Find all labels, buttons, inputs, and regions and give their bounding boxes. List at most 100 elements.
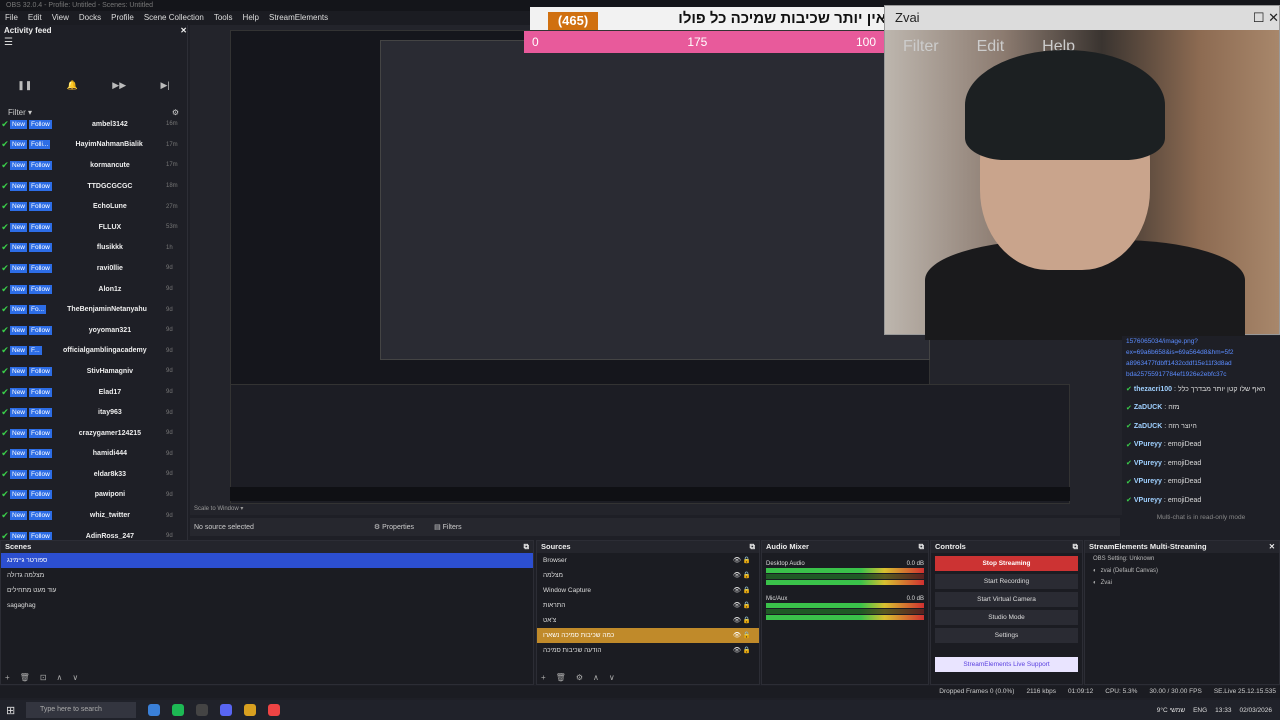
skip-icon[interactable]: ▶▶ [112, 80, 126, 91]
close-icon[interactable]: ✕ [1269, 541, 1275, 553]
visibility-icon[interactable]: 👁 🔒 [733, 553, 751, 568]
menu-item-8[interactable]: StreamElements [264, 11, 333, 25]
control-button-4[interactable]: Settings [935, 628, 1078, 643]
source-item[interactable]: צ'אט 👁 🔒 [537, 613, 759, 628]
dock-menu-icon[interactable]: ⧉ [919, 541, 924, 553]
source-item[interactable]: Browser 👁 🔒 [537, 553, 759, 568]
filter-icon[interactable]: ⊡ [40, 673, 47, 682]
list-item[interactable]: ✔ New Follow crazygamer124215 9d [0, 423, 180, 444]
list-item[interactable]: ✔ New Follow ravi0llie 9d [0, 258, 180, 279]
volume-slider[interactable] [766, 580, 924, 585]
list-item[interactable]: ✔ New Follow whiz_twitter 9d [0, 505, 180, 526]
down-icon[interactable]: ∨ [609, 673, 615, 682]
visibility-icon[interactable]: 👁 🔒 [733, 568, 751, 583]
trash-icon[interactable]: 🗑 [556, 673, 566, 682]
scene-item[interactable]: ספורטר גיימינג [1, 553, 533, 568]
chat-link-line[interactable]: bda25755917784ef1926e2ebfc37c [1122, 369, 1280, 380]
source-item[interactable]: Window Capture 👁 🔒 [537, 583, 759, 598]
chat-link-line[interactable]: 1576065034/image.png? [1122, 336, 1280, 347]
obs-icon[interactable] [196, 704, 208, 716]
list-item[interactable]: ✔ New Follow ambel3142 16m [0, 114, 180, 135]
list-item[interactable]: ✔ New Follow TTDGCGCGC 18m [0, 176, 180, 197]
visibility-icon[interactable]: 👁 🔒 [733, 598, 751, 613]
chat-username[interactable]: VPureyy [1134, 478, 1162, 485]
toggle-icon[interactable]: ◐ [1093, 568, 1097, 574]
list-item[interactable]: ✔ New Follow Alon1z 9d [0, 279, 180, 300]
list-item[interactable]: ✔ New Folli... HayimNahmanBialik 17m [0, 135, 180, 156]
source-item[interactable]: התראות 👁 🔒 [537, 598, 759, 613]
list-item[interactable]: ✔ New Follow EchoLune 27m [0, 196, 180, 217]
up-icon[interactable]: ∧ [57, 673, 63, 682]
list-item[interactable]: ✔ New Follow eldar8k33 9d [0, 464, 180, 485]
list-item[interactable]: ✔ New Follow flusikkk 1h [0, 238, 180, 259]
list-item[interactable]: ✔ New Follow FLLUX 53m [0, 217, 180, 238]
list-item[interactable]: ✔ New Fo... TheBenjaminNetanyahu 9d [0, 299, 180, 320]
language[interactable]: ENG [1193, 707, 1207, 714]
menu-item-1[interactable]: Edit [23, 11, 47, 25]
scene-item[interactable]: מצלמה גדולה [1, 568, 533, 583]
menu-item-0[interactable]: File [0, 11, 23, 25]
visibility-icon[interactable]: 👁 🔒 [733, 583, 751, 598]
source-item[interactable]: מצלמה 👁 🔒 [537, 568, 759, 583]
chat-username[interactable]: VPureyy [1134, 441, 1162, 448]
up-icon[interactable]: ∧ [593, 673, 599, 682]
control-button-1[interactable]: Start Recording [935, 574, 1078, 589]
down-icon[interactable]: ∨ [72, 673, 78, 682]
filters-button[interactable]: ▤ Filters [434, 523, 462, 531]
control-button-0[interactable]: Stop Streaming [935, 556, 1078, 571]
folder-icon[interactable] [244, 704, 256, 716]
chat-link-line[interactable]: a8963477fdbff1432cddf15e11f3d8ad [1122, 358, 1280, 369]
scene-item[interactable]: sagaghag [1, 598, 533, 613]
chat-username[interactable]: thezacri100 [1134, 386, 1172, 393]
scene-item[interactable]: עוד מעט מתחילים [1, 583, 533, 598]
dock-menu-icon[interactable]: ⧉ [750, 541, 755, 553]
settings-icon[interactable]: ⚙ [576, 673, 583, 682]
chat-username[interactable]: ZaDUCK [1134, 423, 1162, 430]
volume-slider[interactable] [766, 615, 924, 620]
chat-link-line[interactable]: ex=69a6b658&is=69a564d8&hm=5f2 [1122, 347, 1280, 358]
trash-icon[interactable]: 🗑 [20, 673, 30, 682]
visibility-icon[interactable]: 👁 🔒 [733, 613, 751, 628]
skip-end-icon[interactable]: ▶| [161, 80, 170, 91]
list-item[interactable]: ✔ New Follow pawiponi 9d [0, 485, 180, 506]
menu-item-7[interactable]: Help [238, 11, 264, 25]
close-icon[interactable]: ✕ [180, 25, 187, 37]
pause-icon[interactable]: ❚❚ [17, 80, 32, 91]
list-item[interactable]: ✔ New Follow itay963 9d [0, 402, 180, 423]
spotify-icon[interactable] [172, 704, 184, 716]
add-icon[interactable]: + [541, 673, 546, 682]
list-item[interactable]: ✔ New Follow Elad17 9d [0, 382, 180, 403]
dock-menu-icon[interactable]: ⧉ [1073, 541, 1078, 553]
list-item[interactable]: ✔ New F... officialgamblingacademy 9d [0, 341, 180, 362]
control-button-3[interactable]: Studio Mode [935, 610, 1078, 625]
add-icon[interactable]: + [5, 673, 10, 682]
visibility-icon[interactable]: 👁 🔒 [733, 628, 751, 643]
weather[interactable]: 9°C שמשי [1157, 707, 1185, 714]
taskbar-search[interactable]: Type here to search [26, 702, 136, 718]
edge-icon[interactable] [148, 704, 160, 716]
scale-dropdown[interactable]: Scale to Window ▾ [190, 503, 1120, 516]
menu-item-4[interactable]: Profile [106, 11, 139, 25]
discord-icon[interactable] [220, 704, 232, 716]
menu-item-2[interactable]: View [47, 11, 74, 25]
bell-icon[interactable]: 🔔 [67, 80, 78, 91]
hamburger-icon[interactable]: ☰ [0, 37, 187, 48]
menu-item-3[interactable]: Docks [74, 11, 106, 25]
chat-username[interactable]: ZaDUCK [1134, 404, 1162, 411]
menu-item-5[interactable]: Scene Collection [139, 11, 209, 25]
menu-item-6[interactable]: Tools [209, 11, 238, 25]
control-button-2[interactable]: Start Virtual Camera [935, 592, 1078, 607]
chat-username[interactable]: VPureyy [1134, 460, 1162, 467]
source-item[interactable]: הודעה שכיבות סמיכה 👁 🔒 [537, 643, 759, 658]
list-item[interactable]: ✔ New Follow StivHamagniv 9d [0, 361, 180, 382]
list-item[interactable]: ✔ New Follow hamidi444 9d [0, 444, 180, 465]
source-item[interactable]: כמה שכיבות סמיכה נשארו 👁 🔒 [537, 628, 759, 643]
dock-menu-icon[interactable]: ⧉ [524, 541, 529, 553]
toggle-icon[interactable]: ◐ [1093, 580, 1097, 586]
properties-button[interactable]: ⚙ Properties [374, 523, 414, 531]
windows-start-icon[interactable]: ⊞ [6, 704, 15, 717]
visibility-icon[interactable]: 👁 🔒 [733, 643, 751, 658]
live-support-button[interactable]: StreamElements Live Support [935, 657, 1078, 672]
list-item[interactable]: ✔ New Follow kormancute 17m [0, 155, 180, 176]
chrome-icon[interactable] [268, 704, 280, 716]
